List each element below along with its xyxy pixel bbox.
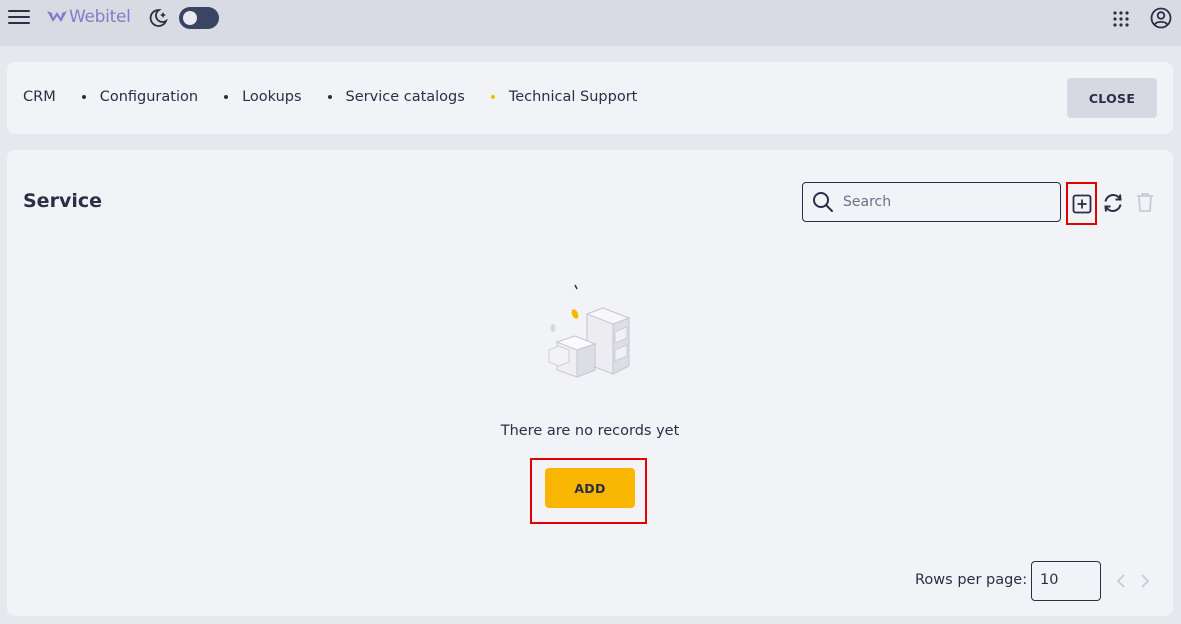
theme-toggle[interactable] [179,7,219,29]
add-record-icon-button[interactable] [1066,182,1097,225]
rows-per-page-label: Rows per page: [915,572,1028,588]
app-name: Webitel [69,7,131,27]
breadcrumb-item-service-catalogs[interactable]: Service catalogs [346,89,465,105]
page-title: Service [23,190,102,212]
breadcrumb-item-configuration[interactable]: Configuration [100,89,198,105]
hamburger-icon[interactable] [8,8,30,28]
search-input[interactable] [843,194,1043,210]
app-logo[interactable]: Webitel [46,7,131,27]
search-field[interactable] [802,182,1061,222]
top-app-bar: Webitel [0,0,1181,46]
user-circle-icon[interactable] [1150,7,1172,29]
breadcrumb-item-crm[interactable]: CRM [23,89,56,105]
service-panel: Service Search There are no records yet … [7,150,1173,616]
grid-icon[interactable] [1112,10,1130,28]
moon-icon [149,9,168,27]
add-button[interactable]: ADD [545,468,635,508]
rows-per-page-select[interactable]: 10 [1031,561,1101,601]
refresh-icon[interactable] [1101,191,1125,215]
trash-icon [1137,193,1153,212]
breadcrumb-separator [81,95,86,99]
plus-square-icon [1072,194,1091,213]
page-header: CRM Configuration Lookups Service catalo… [7,62,1173,134]
close-button[interactable]: CLOSE [1067,78,1157,118]
empty-state-illustration [548,284,631,378]
breadcrumb: CRM Configuration Lookups Service catalo… [23,89,637,105]
search-icon [813,192,833,212]
webitel-logo-icon [47,11,67,22]
breadcrumb-separator-active [490,95,495,99]
add-button-highlight: ADD [530,458,647,524]
breadcrumb-item-lookups[interactable]: Lookups [242,89,301,105]
toggle-knob [183,11,197,25]
empty-state-message: There are no records yet [500,423,680,439]
chevron-left-icon[interactable] [1114,572,1128,590]
chevron-right-icon[interactable] [1138,572,1152,590]
breadcrumb-separator [327,95,332,99]
breadcrumb-separator [224,95,229,99]
breadcrumb-item-technical-support: Technical Support [508,89,638,105]
